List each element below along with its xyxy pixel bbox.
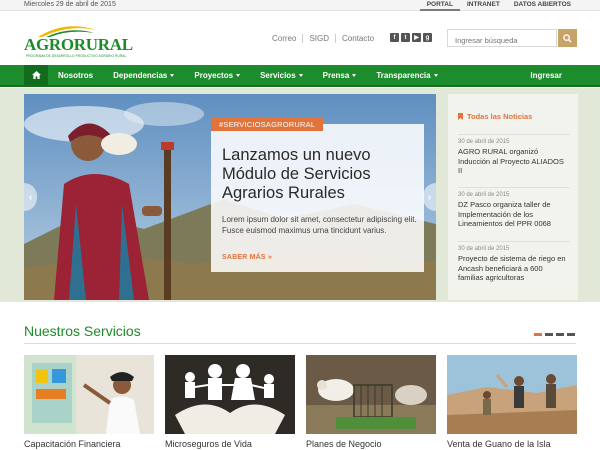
nav-items: Nosotros Dependencias Proyectos Servicio… — [48, 65, 448, 85]
top-link-intranet[interactable]: INTRANET — [460, 1, 507, 11]
pager-dot[interactable] — [534, 333, 542, 336]
hero-section: #SERVICIOSAGRORURAL Lanzamos un nuevo Mó… — [0, 88, 600, 302]
current-date: Miercoles 29 de abril de 2015 — [24, 1, 116, 8]
service-card-title[interactable]: Planes de Negocio — [306, 439, 382, 449]
nav-item-servicios[interactable]: Servicios — [250, 65, 313, 85]
main-nav: Nosotros Dependencias Proyectos Servicio… — [0, 65, 600, 87]
nav-label: Transparencia — [376, 70, 431, 80]
top-link-datos-abiertos[interactable]: DATOS ABIERTOS — [507, 1, 578, 11]
chevron-left-icon: ‹ — [28, 191, 33, 203]
chevron-down-icon — [298, 73, 303, 77]
service-card-title[interactable]: Capacitación Financiera — [24, 439, 121, 449]
nav-label: Proyectos — [194, 70, 234, 80]
nav-label: Nosotros — [58, 70, 94, 80]
guano-photo — [447, 355, 577, 434]
top-link-portal[interactable]: PORTAL — [419, 1, 460, 11]
chevron-right-icon: › — [427, 191, 432, 203]
nav-item-prensa[interactable]: Prensa — [313, 65, 367, 85]
search-input[interactable] — [448, 32, 556, 49]
chevron-down-icon — [236, 73, 241, 77]
chevron-down-icon — [433, 73, 438, 77]
news-date: 30 de abril de 2015 — [458, 192, 510, 198]
search-icon — [563, 33, 572, 43]
nav-item-transparencia[interactable]: Transparencia — [366, 65, 447, 85]
nav-item-nosotros[interactable]: Nosotros — [48, 65, 103, 85]
read-more-link[interactable]: SABER MÁS » — [222, 254, 272, 261]
twitter-icon[interactable]: t — [401, 33, 410, 42]
chevron-down-icon — [170, 73, 175, 77]
chevron-down-icon — [352, 73, 357, 77]
top-links: PORTAL INTRANET DATOS ABIERTOS — [419, 1, 578, 11]
service-card-title[interactable]: Venta de Guano de la Isla — [447, 439, 551, 449]
search-button[interactable] — [558, 29, 577, 47]
news-item[interactable]: 30 de abril de 2015 DZ Pasco organiza ta… — [458, 187, 570, 229]
nav-item-dependencias[interactable]: Dependencias — [103, 65, 184, 85]
service-card-image[interactable] — [24, 355, 154, 434]
services-divider — [24, 343, 576, 344]
search-box — [447, 29, 557, 49]
training-photo — [24, 355, 154, 434]
top-utility-bar: Miercoles 29 de abril de 2015 PORTAL INT… — [0, 0, 600, 11]
news-title[interactable]: Proyecto de sistema de riego en Ancash b… — [458, 254, 570, 283]
business-plan-photo — [306, 355, 436, 434]
news-title[interactable]: AGRO RURAL organizó Inducción al Proyect… — [458, 147, 570, 176]
header-links: Correo SIGD Contacto — [266, 34, 380, 43]
nav-label: Dependencias — [113, 70, 168, 80]
news-item[interactable]: 30 de abril de 2015 Proyecto de sistema … — [458, 241, 570, 283]
service-card-image[interactable] — [165, 355, 295, 434]
pager-dot[interactable] — [556, 333, 564, 336]
slide-title: Lanzamos un nuevo Módulo de Servicios Ag… — [222, 146, 371, 202]
slide-hashtag[interactable]: #SERVICIOSAGRORURAL — [211, 117, 324, 131]
header-link-correo[interactable]: Correo — [266, 34, 304, 43]
nav-item-proyectos[interactable]: Proyectos — [184, 65, 250, 85]
facebook-icon[interactable]: f — [390, 33, 399, 42]
nav-label: Prensa — [322, 70, 350, 80]
header-link-contacto[interactable]: Contacto — [336, 34, 380, 43]
news-item[interactable]: 30 de abril de 2015 AGRO RURAL organizó … — [458, 134, 570, 176]
service-card-image[interactable] — [447, 355, 577, 434]
nav-label: Servicios — [260, 70, 296, 80]
service-card-image[interactable] — [306, 355, 436, 434]
social-links: f t ▶ g — [390, 33, 432, 42]
header-link-sigd[interactable]: SIGD — [303, 34, 337, 43]
news-title[interactable]: DZ Pasco organiza taller de Implementaci… — [458, 200, 570, 229]
hero-slider[interactable]: #SERVICIOSAGRORURAL Lanzamos un nuevo Mó… — [24, 94, 436, 300]
services-heading: Nuestros Servicios — [24, 323, 141, 339]
bookmark-icon — [458, 113, 463, 120]
youtube-icon[interactable]: ▶ — [412, 33, 421, 42]
services-pager — [534, 333, 575, 336]
agrorural-logo[interactable]: AGRORURAL PROGRAMA DE DESARROLLO PRODUCT… — [24, 24, 133, 58]
news-heading-label: Todas las Noticias — [467, 112, 533, 121]
login-link[interactable]: Ingresar — [530, 65, 562, 85]
insurance-photo — [165, 355, 295, 434]
logo-wordmark: AGRORURAL — [24, 35, 133, 54]
pager-dot[interactable] — [545, 333, 553, 336]
pager-dot[interactable] — [567, 333, 575, 336]
site-header: AGRORURAL PROGRAMA DE DESARROLLO PRODUCT… — [0, 12, 600, 64]
home-icon — [31, 71, 41, 79]
news-date: 30 de abril de 2015 — [458, 246, 510, 252]
news-sidebar: Todas las Noticias 30 de abril de 2015 A… — [448, 94, 578, 300]
news-heading[interactable]: Todas las Noticias — [458, 112, 532, 121]
slide-description: Lorem ipsum dolor sit amet, consectetur … — [222, 215, 417, 235]
logo-tagline: PROGRAMA DE DESARROLLO PRODUCTIVO AGRARI… — [26, 54, 127, 58]
service-card-title[interactable]: Microseguros de Vida — [165, 439, 252, 449]
google-plus-icon[interactable]: g — [423, 33, 432, 42]
home-button[interactable] — [24, 65, 48, 85]
news-date: 30 de abril de 2015 — [458, 139, 510, 145]
